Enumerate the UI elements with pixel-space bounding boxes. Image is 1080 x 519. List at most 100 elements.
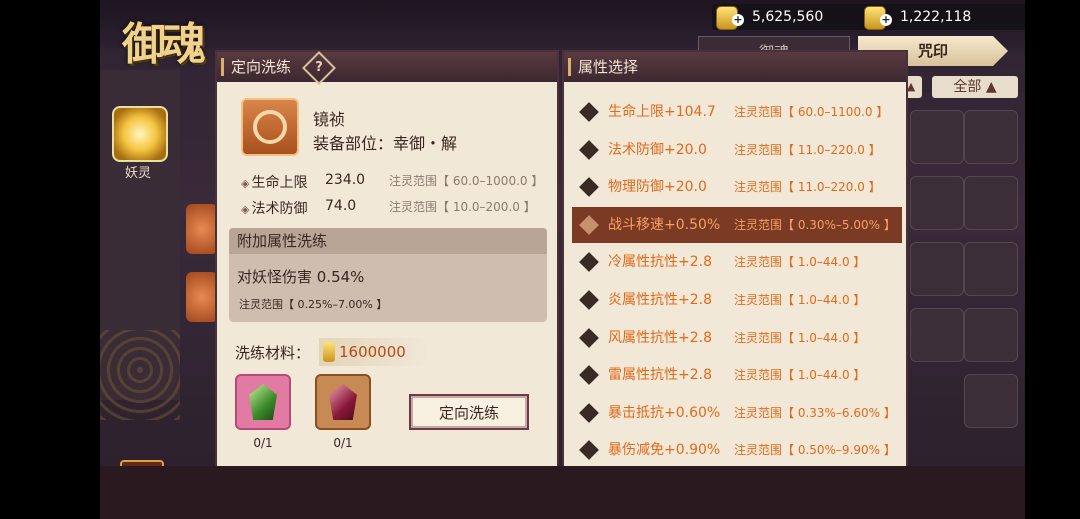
attribute-option[interactable]: 暴伤减免+0.90% 注灵范围【 0.50%–9.90% 】 xyxy=(572,432,902,468)
item-name: 镜祯 xyxy=(313,110,346,129)
stat-range: 注灵范围【 60.0–1000.0 】 xyxy=(389,174,544,188)
currency-jade[interactable]: + 1,222,118 xyxy=(860,4,1025,30)
yaoling-icon[interactable] xyxy=(112,106,168,162)
filter-label: 全部 xyxy=(953,79,982,95)
stat-name: 法术防御 xyxy=(251,201,308,217)
attribute-name: 风属性抗性+2.8 xyxy=(608,329,712,346)
attribute-range: 注灵范围【 11.0–220.0 】 xyxy=(734,180,881,195)
stat-name: 生命上限 xyxy=(251,175,308,191)
diamond-icon xyxy=(579,139,599,160)
material-cost: 1600000 xyxy=(319,338,429,366)
attribute-range: 注灵范围【 0.50%–9.90% 】 xyxy=(734,443,896,458)
stat-range: 注灵范围【 10.0–200.0 】 xyxy=(389,200,536,214)
sidebar-item-label: 妖灵 xyxy=(124,166,151,181)
item-slot: 装备部位：幸御・解 xyxy=(313,134,458,153)
diamond-icon xyxy=(579,440,599,461)
attribute-option[interactable]: 战斗移速+0.50% 注灵范围【 0.30%–5.00% 】 xyxy=(572,206,902,243)
inventory-slot[interactable] xyxy=(964,242,1018,296)
jade-amount: 1,222,118 xyxy=(900,9,972,25)
attribute-option[interactable]: 生命上限+104.7 注灵范围【 60.0–1100.0 】 xyxy=(572,94,902,130)
swirl-icon xyxy=(253,110,287,144)
inventory-slot[interactable] xyxy=(964,374,1018,428)
attribute-name: 暴击抵抗+0.60% xyxy=(608,404,721,421)
diamond-icon xyxy=(579,252,599,273)
panel-header: 属性选择 xyxy=(564,52,906,82)
attribute-range: 注灵范围【 60.0–1100.0 】 xyxy=(734,105,889,119)
attribute-name: 法术防御+20.0 xyxy=(608,141,707,158)
help-icon: ? xyxy=(315,60,323,75)
refine-panel: 定向洗练 ? 镜祯 装备部位：幸御・解 ◈ 生命上限 234.0 注灵范围【 60… xyxy=(215,50,559,470)
panel-title: 定向洗练 xyxy=(231,58,292,76)
material-label: 洗练材料： xyxy=(235,344,311,362)
help-button[interactable]: ? xyxy=(302,51,336,85)
diamond-icon xyxy=(579,102,599,122)
equipment-thumbnail[interactable] xyxy=(186,204,218,254)
diamond-icon: ◈ xyxy=(241,203,250,216)
inventory-slot[interactable] xyxy=(910,176,964,230)
attribute-option[interactable]: 风属性抗性+2.8 注灵范围【 1.0–44.0 】 xyxy=(572,320,902,356)
attribute-option[interactable]: 暴击抵抗+0.60% 注灵范围【 0.33%–6.60% 】 xyxy=(572,395,902,431)
item-icon xyxy=(241,98,299,156)
inventory-slot[interactable] xyxy=(910,110,964,164)
attribute-option[interactable]: 雷属性抗性+2.8 注灵范围【 1.0–44.0 】 xyxy=(572,357,902,393)
diamond-icon xyxy=(579,214,599,235)
attribute-range: 注灵范围【 1.0–44.0 】 xyxy=(734,255,866,270)
attribute-name: 冷属性抗性+2.8 xyxy=(608,254,712,271)
gold-coin-icon xyxy=(323,342,335,362)
attribute-name: 战斗移速+0.50% xyxy=(608,216,721,233)
panel-header: 定向洗练 ? xyxy=(217,51,557,85)
page-title: 御魂 xyxy=(122,19,206,70)
inventory-slot[interactable] xyxy=(964,176,1018,230)
inventory-slot[interactable] xyxy=(910,308,964,362)
addon-attribute-box: 附加属性洗练 对妖怪伤害 0.54% 注灵范围【 0.25%–7.00% 】 xyxy=(229,228,547,322)
diamond-icon xyxy=(579,365,599,386)
currency-gold[interactable]: + 5,625,560 xyxy=(712,4,872,30)
header-accent xyxy=(221,58,224,76)
gem-count: 0/1 xyxy=(333,436,353,450)
addon-range: 注灵范围【 0.25%–7.00% 】 xyxy=(239,298,388,311)
gem-count: 0/1 xyxy=(253,436,273,450)
attribute-range: 注灵范围【 1.0–44.0 】 xyxy=(734,330,866,345)
diamond-icon: ◈ xyxy=(241,177,250,190)
addon-stat: 对妖怪伤害 0.54% xyxy=(237,268,365,286)
green-gem-slot[interactable] xyxy=(235,374,291,430)
filter-dropdown[interactable]: 全部 ▲ xyxy=(932,76,1018,98)
panel-title: 属性选择 xyxy=(578,58,639,76)
attribute-range: 注灵范围【 0.30%–5.00% 】 xyxy=(734,217,896,232)
add-icon[interactable]: + xyxy=(880,14,892,26)
attribute-name: 暴伤减免+0.90% xyxy=(608,442,721,459)
red-gem-icon xyxy=(329,384,357,420)
attribute-name: 物理防御+20.0 xyxy=(608,179,707,196)
inventory-slot[interactable] xyxy=(964,308,1018,362)
add-icon[interactable]: + xyxy=(732,14,744,26)
diamond-icon xyxy=(579,402,599,423)
attribute-option[interactable]: 物理防御+20.0 注灵范围【 11.0–220.0 】 xyxy=(572,169,902,205)
red-gem-slot[interactable] xyxy=(315,374,371,430)
refine-button[interactable]: 定向洗练 xyxy=(409,394,529,430)
attribute-range: 注灵范围【 11.0–220.0 】 xyxy=(734,142,881,157)
attribute-range: 注灵范围【 0.33%–6.60% 】 xyxy=(734,405,896,420)
main-stat-row: ◈ 生命上限 234.0 注灵范围【 60.0–1000.0 】 xyxy=(241,172,543,192)
diamond-icon xyxy=(579,177,599,198)
green-gem-icon xyxy=(249,384,277,420)
attribute-name: 雷属性抗性+2.8 xyxy=(608,367,712,384)
decorative-pattern xyxy=(100,330,180,420)
equipment-thumbnail[interactable] xyxy=(186,272,218,322)
addon-title: 附加属性洗练 xyxy=(229,228,547,254)
attribute-name: 炎属性抗性+2.8 xyxy=(608,292,712,308)
attribute-select-panel: 属性选择 生命上限+104.7 注灵范围【 60.0–1100.0 】法术防御+2… xyxy=(562,50,908,470)
attribute-option[interactable]: 冷属性抗性+2.8 注灵范围【 1.0–44.0 】 xyxy=(572,244,902,280)
attribute-option[interactable]: 炎属性抗性+2.8 注灵范围【 1.0–44.0 】 xyxy=(572,282,902,318)
gold-amount: 5,625,560 xyxy=(752,9,824,25)
bottom-frame xyxy=(100,466,1025,519)
attribute-name: 生命上限+104.7 xyxy=(608,104,716,120)
attribute-range: 注灵范围【 1.0–44.0 】 xyxy=(734,368,866,383)
stat-value: 234.0 xyxy=(325,172,366,188)
inventory-slot[interactable] xyxy=(964,110,1018,164)
header-accent xyxy=(568,58,571,76)
inventory-slot[interactable] xyxy=(910,242,964,296)
material-cost-value: 1600000 xyxy=(339,343,406,361)
attribute-option[interactable]: 法术防御+20.0 注灵范围【 11.0–220.0 】 xyxy=(572,132,902,168)
diamond-icon xyxy=(579,290,599,310)
main-stat-row: ◈ 法术防御 74.0 注灵范围【 10.0–200.0 】 xyxy=(241,198,536,218)
